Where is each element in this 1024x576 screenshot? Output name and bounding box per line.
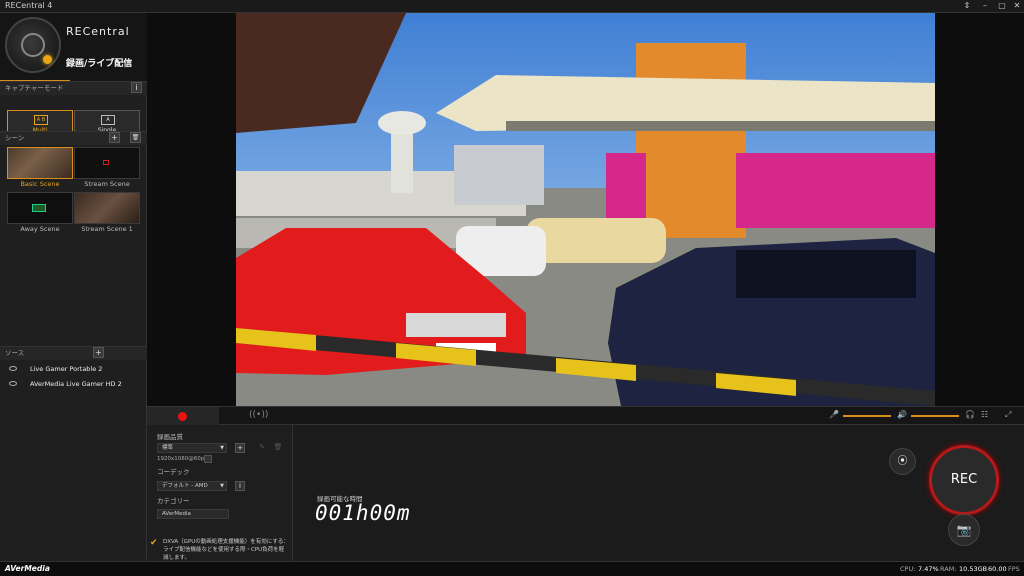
add-scene-button[interactable]: + xyxy=(109,132,120,143)
ram-label: RAM: xyxy=(940,565,957,573)
mic-icon[interactable]: 🎤 xyxy=(829,410,839,419)
tab-record[interactable] xyxy=(147,407,219,425)
dxva-checkbox[interactable]: ✔ xyxy=(150,538,158,548)
source-header: ソース xyxy=(0,346,147,360)
dxva-note: DXVA（GPUの動画処理支援機能）を有効にする：ライブ配信機能などを使用する際… xyxy=(163,539,289,561)
recording-settings: 録画品質 標準 ▼ + ✎ 🗑 1920x1080@60p コーデック デフォル… xyxy=(147,425,293,561)
headphone-icon[interactable]: 🎧 xyxy=(965,410,975,419)
stream-icon: ((•)) xyxy=(249,410,269,420)
bitrate-button[interactable]: ⦿ xyxy=(889,448,916,475)
scene-header: シーン xyxy=(0,131,147,145)
codec-dropdown[interactable]: デフォルト - AMD ▼ xyxy=(157,481,227,491)
chevron-down-icon: ▼ xyxy=(220,483,224,489)
capture-mode-heading: キャプチャーモード xyxy=(5,84,64,92)
edit-icon: ✎ xyxy=(259,443,265,451)
add-preset-button[interactable]: + xyxy=(235,443,245,453)
category-field[interactable]: AVerMedia xyxy=(157,509,229,519)
cpu-value: 7.47% xyxy=(918,565,939,573)
status-bar: AVerMedia CPU: 7.47% RAM: 10.53GB 60.00 … xyxy=(0,561,1024,576)
scene-label: Basic Scene xyxy=(20,180,60,188)
title-bar: RECentral 4 ⇕ – ▢ ✕ xyxy=(0,0,1024,13)
video-preview[interactable] xyxy=(236,13,935,406)
multi-icon: A B xyxy=(34,115,48,125)
mode-dial-button[interactable] xyxy=(5,17,61,73)
source-label: AVerMedia Live Gamer HD 2 xyxy=(30,380,122,388)
source-row[interactable]: Live Gamer Portable 2 xyxy=(0,362,147,376)
brand-logo: RECentral xyxy=(66,25,130,38)
scene-thumbnail xyxy=(74,147,140,179)
preview-image xyxy=(236,13,935,406)
window-title: RECentral 4 xyxy=(5,1,53,10)
fps-label: FPS xyxy=(1008,565,1020,573)
sidebar: RECentral 録画/ライブ配信 キャプチャーモード i A B Multi… xyxy=(0,13,147,561)
scene-label: Stream Scene 1 xyxy=(81,225,133,233)
scene-basic[interactable]: Basic Scene xyxy=(7,147,73,192)
resolution-text: 1920x1080@60p xyxy=(157,456,205,462)
category-label: カテゴリー xyxy=(157,497,190,505)
scene-stream-1[interactable]: Stream Scene 1 xyxy=(74,192,140,237)
snapshot-button[interactable]: 📷 xyxy=(948,514,980,546)
mode-label: 録画/ライブ配信 xyxy=(66,59,133,69)
scene-label: Stream Scene xyxy=(84,180,130,188)
footer-brand-logo: AVerMedia xyxy=(5,564,50,573)
cpu-label: CPU: xyxy=(900,565,916,573)
source-heading: ソース xyxy=(5,349,25,357)
codec-info-button[interactable]: i xyxy=(235,481,245,491)
mixer-icon[interactable]: ☷ xyxy=(981,410,988,419)
source-row[interactable]: AVerMedia Live Gamer HD 2 xyxy=(0,377,147,391)
rec-label: REC xyxy=(950,472,978,487)
scene-thumbnail xyxy=(7,147,73,179)
scene-heading: シーン xyxy=(5,134,25,142)
tab-stream[interactable]: ((•)) xyxy=(219,407,291,425)
mode-tabs: ((•)) 🎤 🔊 🎧 ☷ ⤢ xyxy=(147,407,1024,425)
speaker-icon[interactable]: 🔊 xyxy=(897,410,907,419)
speaker-volume-slider[interactable] xyxy=(911,415,959,417)
scene-thumbnail xyxy=(7,192,73,224)
fps-value: 60.00 xyxy=(988,565,1007,573)
codec-value: デフォルト - AMD xyxy=(162,483,208,489)
chevron-down-icon: ▼ xyxy=(220,445,224,451)
category-value: AVerMedia xyxy=(162,511,191,517)
source-label: Live Gamer Portable 2 xyxy=(30,365,103,373)
scene-stream[interactable]: Stream Scene xyxy=(74,147,140,192)
resolution-more-button[interactable] xyxy=(204,455,212,463)
bottom-panel: ((•)) 🎤 🔊 🎧 ☷ ⤢ 録画品質 標準 ▼ + ✎ 🗑 1920x108… xyxy=(147,406,1024,561)
scene-away[interactable]: Away Scene xyxy=(7,192,73,237)
rec-button[interactable]: REC xyxy=(929,445,999,515)
capture-mode-header: キャプチャーモード xyxy=(0,81,147,95)
quality-label: 録画品質 xyxy=(157,433,183,441)
away-icon xyxy=(32,204,46,212)
camera-icon: 📷 xyxy=(956,523,972,537)
delete-scene-button[interactable]: 🗑 xyxy=(130,132,141,143)
quality-dropdown[interactable]: 標準 ▼ xyxy=(157,443,227,453)
single-icon: A xyxy=(101,115,115,125)
scene-label: Away Scene xyxy=(20,225,60,233)
scene-thumbnail xyxy=(74,192,140,224)
trash-icon: 🗑 xyxy=(273,443,283,451)
logo-area: RECentral 録画/ライブ配信 xyxy=(0,13,147,81)
record-time-value: 001h00m xyxy=(315,501,411,525)
eye-icon[interactable] xyxy=(9,366,17,371)
record-icon xyxy=(178,412,187,421)
quality-value: 標準 xyxy=(162,445,174,451)
ram-value: 10.53GB xyxy=(959,565,988,573)
dial-icon: ⦿ xyxy=(897,456,908,467)
source-icon xyxy=(103,160,109,165)
codec-label: コーデック xyxy=(157,468,190,476)
close-button[interactable]: ✕ xyxy=(1006,0,1024,13)
dial-icon xyxy=(21,33,45,57)
mic-volume-slider[interactable] xyxy=(843,415,891,417)
info-button[interactable]: i xyxy=(131,82,142,93)
add-source-button[interactable]: + xyxy=(93,347,104,358)
fullscreen-icon[interactable]: ⤢ xyxy=(1005,410,1011,420)
status-dot-icon xyxy=(43,55,52,64)
eye-icon[interactable] xyxy=(9,381,17,386)
